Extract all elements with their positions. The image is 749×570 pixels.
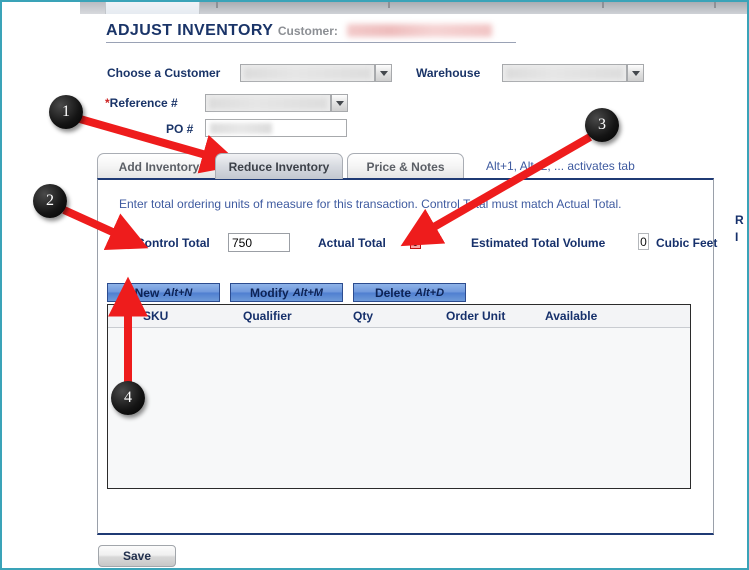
choose-customer-dropdown-arrow[interactable] [375,64,392,82]
toolbar-segment-active [105,2,200,14]
annotation-marker-4: 4 [111,381,145,415]
delete-button-accel: Alt+D [415,286,445,299]
toolbar-notch [714,2,716,8]
grid-header-row: SKU Qualifier Qty Order Unit Available [108,305,690,328]
title-divider [106,42,516,43]
control-total-label: Control Total [136,236,210,250]
warehouse-dropdown-arrow[interactable] [627,64,644,82]
reference-dropdown-arrow[interactable] [331,94,348,112]
po-input[interactable] [205,119,347,137]
panel-instruction: Enter total ordering units of measure fo… [119,197,622,211]
tab-price-notes[interactable]: Price & Notes [347,153,464,179]
tab-add-inventory[interactable]: Add Inventory [97,153,221,179]
toolbar-segment-left [80,2,105,14]
save-button[interactable]: Save [98,545,176,567]
choose-customer-value-redacted [244,67,371,79]
page-title: ADJUST INVENTORY Customer: [106,22,492,40]
reference-select[interactable] [205,94,331,112]
modify-button[interactable]: Modify Alt+M [230,283,343,302]
clipped-toolbar-strip [2,2,747,14]
delete-button-label: Delete [374,285,411,300]
toolbar-notch [388,2,390,8]
new-button-accel: Alt+N [163,286,193,299]
estimated-volume-label: Estimated Total Volume [471,236,606,250]
warehouse-label: Warehouse [416,66,481,80]
po-value-redacted [210,122,272,134]
grid-column-qty[interactable]: Qty [353,309,373,323]
page-title-text: ADJUST INVENTORY [106,22,274,39]
control-total-input[interactable]: 750 [228,233,290,252]
actual-total-label: Actual Total [318,236,386,250]
inventory-grid[interactable]: SKU Qualifier Qty Order Unit Available [107,304,691,489]
po-label: PO # [166,122,194,136]
reference-label-text: Reference # [109,96,178,110]
new-button[interactable]: New Alt+N [107,283,220,302]
tab-price-notes-label: Price & Notes [366,159,445,174]
annotation-marker-3: 3 [585,108,619,142]
grid-column-sku[interactable]: SKU [143,309,168,323]
clipped-right-text-line2: I [735,230,739,244]
warehouse-select[interactable] [502,64,627,82]
toolbar-notch [216,2,218,8]
chevron-down-icon [379,70,388,76]
grid-column-available[interactable]: Available [545,309,597,323]
warehouse-value-redacted [506,67,623,79]
clipped-right-text-line1: R [735,213,744,227]
delete-button[interactable]: Delete Alt+D [353,283,466,302]
modify-button-label: Modify [250,285,289,300]
reference-value-redacted [209,97,327,109]
grid-column-qualifier[interactable]: Qualifier [243,309,292,323]
estimated-volume-value: 0 [638,233,649,250]
annotation-marker-2: 2 [33,184,67,218]
tab-reduce-inventory-label: Reduce Inventory [228,159,330,174]
modify-button-accel: Alt+M [292,286,323,299]
annotation-marker-1: 1 [49,95,83,129]
grid-column-order-unit[interactable]: Order Unit [446,309,505,323]
tab-add-inventory-label: Add Inventory [118,159,200,174]
tab-reduce-inventory[interactable]: Reduce Inventory [215,153,343,179]
toolbar-notch [602,2,604,8]
tab-keyboard-hint: Alt+1, Alt+2, ... activates tab [486,159,635,173]
actual-total-value: 0 [410,234,421,249]
customer-label: Customer: [277,24,338,38]
new-button-label: New [134,285,160,300]
choose-customer-select[interactable] [240,64,375,82]
application-window: ADJUST INVENTORY Customer: Choose a Cust… [0,0,749,570]
customer-value-redacted [346,24,492,38]
chevron-down-icon [335,100,344,106]
volume-units-label: Cubic Feet [656,236,718,250]
reference-label: *Reference # [105,96,178,110]
choose-customer-label: Choose a Customer [107,66,221,80]
chevron-down-icon [631,70,640,76]
toolbar-segment-right [200,2,747,14]
